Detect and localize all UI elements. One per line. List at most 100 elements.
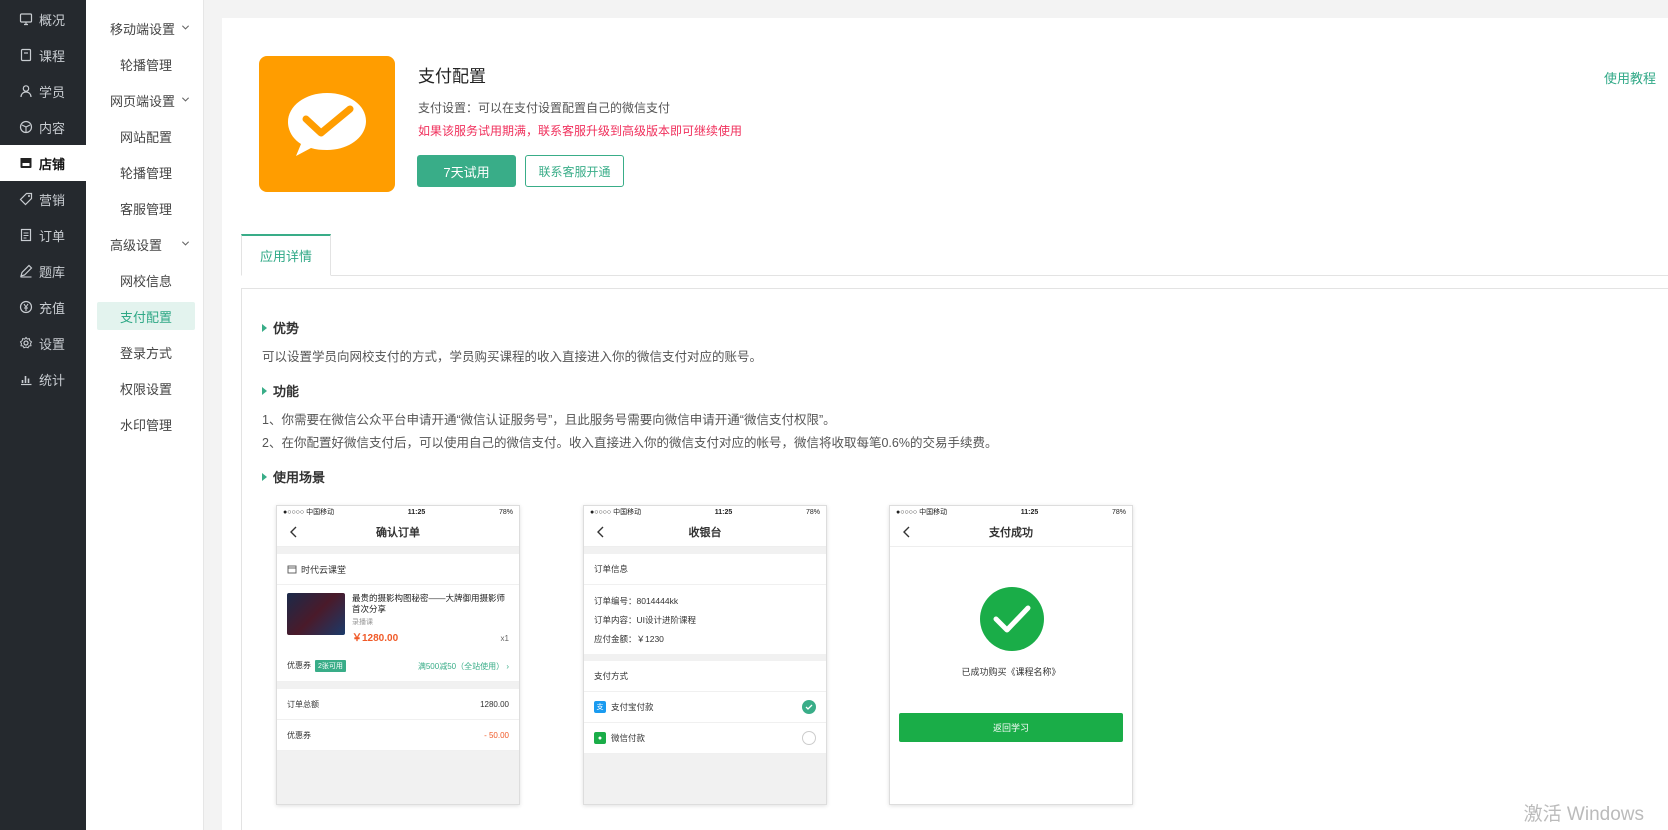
nav-item-label: 设置 xyxy=(39,336,66,352)
course-row: 最贵的摄影构图秘密——大牌御用摄影师首次分享 录播课 ￥1280.00 x1 xyxy=(277,585,519,651)
nav-item-settings[interactable]: 设置 xyxy=(0,325,86,361)
order-info-block: 订单信息 订单编号：8014444kk 订单内容：UI设计进阶课程 应付金额：￥… xyxy=(584,554,826,654)
total-block: 订单总额 1280.00 优惠券 - 50.00 xyxy=(277,689,519,751)
status-time: 11:25 xyxy=(1020,508,1039,516)
nav-item-label: 学员 xyxy=(39,84,66,100)
app-description: 支付设置：可以在支付设置配置自己的微信支付 xyxy=(418,101,671,115)
order-icon xyxy=(19,228,33,242)
section-title: 使用场景 xyxy=(273,470,326,485)
order-amount: 应付金额：￥1230 xyxy=(594,633,664,644)
wechat-pay-app-icon xyxy=(259,56,395,192)
app-title: 支付配置 xyxy=(418,67,486,86)
subnav-item-mobile-carousel[interactable]: 轮播管理 xyxy=(97,50,195,78)
yen-icon xyxy=(19,300,33,314)
tag-icon xyxy=(19,192,33,206)
subnav-group-mobile[interactable]: 移动端设置 xyxy=(86,13,204,43)
cube-icon xyxy=(19,120,33,134)
subnav-item-site-config[interactable]: 网站配置 xyxy=(97,122,195,150)
alipay-option[interactable]: 支支付宝付款 xyxy=(584,692,826,723)
nav-item-label: 概况 xyxy=(39,12,66,28)
store-icon xyxy=(19,156,33,170)
total-row: 订单总额 1280.00 xyxy=(277,689,519,720)
pay-method-title: 支付方式 xyxy=(584,661,826,692)
order-info-title: 订单信息 xyxy=(584,554,826,585)
tutorial-link[interactable]: 使用教程 xyxy=(1604,68,1656,87)
windows-activation-watermark: 激活 Windows xyxy=(1523,804,1644,825)
subnav-group-web[interactable]: 网页端设置 xyxy=(86,85,204,115)
sub-sidebar: 移动端设置 轮播管理 网页端设置 网站配置 轮播管理 客服管理 高级设置 网校信… xyxy=(86,0,204,830)
subnav-item-login-method[interactable]: 登录方式 xyxy=(97,338,195,366)
triangle-icon xyxy=(262,386,267,395)
subnav-item-web-carousel[interactable]: 轮播管理 xyxy=(97,158,195,186)
nav-item-marketing[interactable]: 营销 xyxy=(0,181,86,217)
subnav-item-permissions[interactable]: 权限设置 xyxy=(97,374,195,402)
return-to-study-button[interactable]: 返回学习 xyxy=(899,713,1123,742)
discount-row: 优惠券 - 50.00 xyxy=(277,720,519,751)
total-label: 订单总额 xyxy=(287,699,319,709)
wechat-pay-option[interactable]: ● 微信付款 xyxy=(584,723,826,754)
battery-text: 78% xyxy=(1111,508,1126,516)
book-icon xyxy=(19,48,33,62)
subnav-item-payment-config[interactable]: 支付配置 xyxy=(97,302,195,330)
subnav-item-label: 网校信息 xyxy=(119,273,172,289)
feature-text-2: 2、在你配置好微信支付后，可以使用自己的微信支付。收入直接进入你的微信支付对应的… xyxy=(262,436,998,450)
contact-service-button[interactable]: 联系客服开通 xyxy=(525,155,624,187)
total-value: 1280.00 xyxy=(480,699,509,709)
course-name: 最贵的摄影构图秘密——大牌御用摄影师首次分享 xyxy=(352,593,506,614)
nav-item-question-bank[interactable]: 题库 xyxy=(0,253,86,289)
radio-checked-icon[interactable] xyxy=(802,700,816,714)
subnav-item-label: 客服管理 xyxy=(119,201,172,217)
subnav-item-customer-service[interactable]: 客服管理 xyxy=(97,194,195,222)
alipay-label: 支付宝付款 xyxy=(611,702,654,712)
subnav-item-label: 权限设置 xyxy=(119,381,172,397)
tab-app-details[interactable]: 应用详情 xyxy=(241,234,331,276)
scene-heading: 使用场景 xyxy=(262,467,325,486)
carrier-text: ●○○○○ 中国移动 xyxy=(283,509,335,516)
phone-status-bar: ●○○○○ 中国移动 11:25 78% xyxy=(277,506,519,518)
subnav-item-watermark[interactable]: 水印管理 xyxy=(97,410,195,438)
battery-text: 78% xyxy=(805,508,820,516)
chart-icon xyxy=(19,372,33,386)
chat-check-icon xyxy=(288,93,366,156)
nav-item-label: 课程 xyxy=(39,48,66,64)
discount-label: 优惠券 xyxy=(287,730,311,740)
phone-header: 确认订单 xyxy=(277,518,519,547)
nav-item-content[interactable]: 内容 xyxy=(0,109,86,145)
subnav-group-advanced[interactable]: 高级设置 xyxy=(86,229,204,259)
nav-item-course[interactable]: 课程 xyxy=(0,37,86,73)
monitor-icon xyxy=(19,12,33,26)
subnav-group-label: 移动端设置 xyxy=(110,21,176,37)
nav-item-label: 内容 xyxy=(39,120,66,136)
phone-title: 确认订单 xyxy=(376,527,420,539)
nav-item-overview[interactable]: 概况 xyxy=(0,1,86,37)
subnav-item-school-info[interactable]: 网校信息 xyxy=(97,266,195,294)
trial-warning: 如果该服务试用期满，联系客服升级到高级版本即可继续使用 xyxy=(418,124,743,138)
chevron-down-icon xyxy=(181,97,190,102)
course-price: ￥1280.00 xyxy=(352,633,399,644)
nav-item-label: 店铺 xyxy=(39,156,66,172)
trial-button[interactable]: 7天试用 xyxy=(417,155,516,187)
nav-item-students[interactable]: 学员 xyxy=(0,73,86,109)
feature-text-1: 1、你需要在微信公众平台申请开通“微信认证服务号”，且此服务号需要向微信申请开通… xyxy=(262,413,836,427)
radio-unchecked-icon[interactable] xyxy=(802,731,816,745)
wechat-pay-label: 微信付款 xyxy=(611,733,646,743)
shop-row: 时代云课堂 xyxy=(277,554,519,585)
order-number: 订单编号：8014444kk xyxy=(594,595,679,606)
status-time: 11:25 xyxy=(714,508,733,516)
nav-item-statistics[interactable]: 统计 xyxy=(0,361,86,397)
phone-mockup-success: ●○○○○ 中国移动 11:25 78% 支付成功 已成功购买《课程名称》 返回… xyxy=(889,505,1133,805)
nav-item-store[interactable]: 店铺 xyxy=(0,145,86,181)
subnav-group-label: 高级设置 xyxy=(110,237,163,253)
phone-mockup-confirm-order: ●○○○○ 中国移动 11:25 78% 确认订单 时代云课堂 最贵的摄影构图秘… xyxy=(276,505,520,805)
subnav-item-label: 轮播管理 xyxy=(119,165,172,181)
phone-mockup-cashier: ●○○○○ 中国移动 11:25 78% 收银台 订单信息 订单编号：80144… xyxy=(583,505,827,805)
nav-item-label: 统计 xyxy=(39,372,66,388)
order-block: 时代云课堂 最贵的摄影构图秘密——大牌御用摄影师首次分享 录播课 ￥1280.0… xyxy=(277,554,519,682)
phone-title: 支付成功 xyxy=(989,527,1033,539)
wechat-icon: ● xyxy=(594,732,606,744)
pay-method-block: 支付方式 支支付宝付款 ● 微信付款 xyxy=(584,661,826,754)
nav-item-recharge[interactable]: 充值 xyxy=(0,289,86,325)
shop-name: 时代云课堂 xyxy=(301,564,347,575)
course-type: 录播课 xyxy=(352,619,373,626)
nav-item-orders[interactable]: 订单 xyxy=(0,217,86,253)
